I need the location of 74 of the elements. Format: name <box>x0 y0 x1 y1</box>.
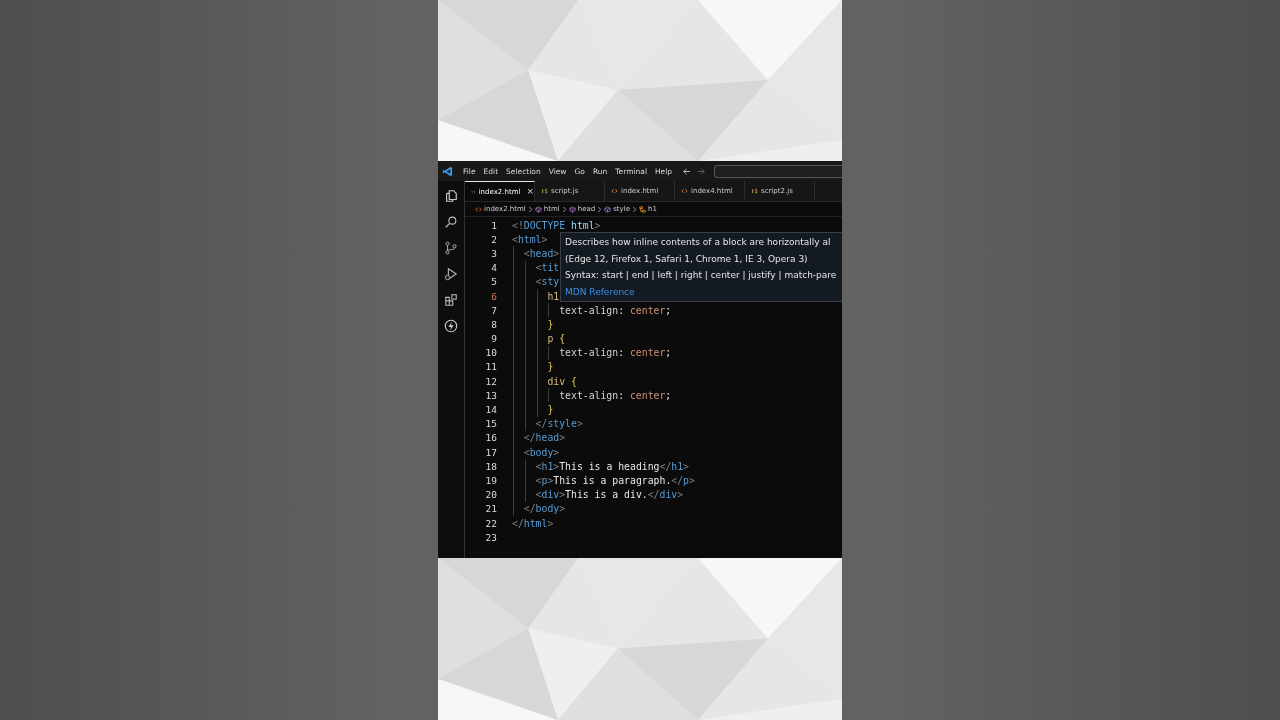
code-line: <tit <box>534 262 560 274</box>
code-line: <body> <box>522 446 560 458</box>
forward-arrow-icon[interactable] <box>697 166 707 176</box>
chevron-icon <box>527 205 533 213</box>
html-file-icon <box>681 188 688 194</box>
line-number: 4 <box>490 262 497 274</box>
code-line: </style> <box>534 418 583 430</box>
close-tab-button[interactable]: × <box>526 187 534 196</box>
line-number: 23 <box>484 531 497 543</box>
tooltip-text: Describes how inline contents of a block are horizontally al <box>565 237 832 248</box>
line-number: 22 <box>484 517 497 529</box>
cube-icon <box>568 205 576 213</box>
line-number: 7 <box>490 304 497 316</box>
js-file-icon <box>751 188 758 194</box>
back-arrow-icon[interactable] <box>682 166 692 176</box>
line-number: 15 <box>484 418 497 430</box>
lightning-icon[interactable] <box>444 319 458 333</box>
line-number: 21 <box>484 503 497 515</box>
line-number: 2 <box>490 233 497 245</box>
tooltip-text: (Edge 12, Firefox 1, Safari 1, Chrome 1, IE 3, Opera 3) <box>565 253 809 264</box>
line-number: 13 <box>484 389 497 401</box>
code-line: </body> <box>522 503 566 515</box>
run-debug-icon[interactable] <box>444 267 458 281</box>
code-line: } <box>546 318 554 330</box>
line-number: 14 <box>484 404 497 416</box>
line-number: 16 <box>484 432 497 444</box>
line-number: 8 <box>490 318 497 330</box>
code-line: </head> <box>522 432 566 444</box>
line-number: 12 <box>484 375 497 387</box>
code-line: <html> <box>512 233 548 245</box>
code-editor-logo-icon <box>442 165 453 177</box>
line-number: 17 <box>484 446 497 458</box>
chevron-icon <box>632 205 637 213</box>
extensions-icon[interactable] <box>444 293 458 307</box>
line-number: 1 <box>490 219 497 231</box>
code-line: text-align: center; <box>558 347 672 359</box>
html-file-icon <box>611 188 618 194</box>
search-icon[interactable] <box>444 215 458 229</box>
line-number: 5 <box>490 276 497 288</box>
reference-link[interactable]: MDN Reference <box>565 286 635 297</box>
code-line: } <box>546 404 554 416</box>
source-control-icon[interactable] <box>444 241 458 255</box>
html-file-icon <box>471 188 476 195</box>
code-line: <div>This is a div.</div> <box>534 489 684 501</box>
line-number: 11 <box>484 361 497 373</box>
code-line: text-align: center; <box>558 304 672 316</box>
code-line: <head> <box>522 247 560 259</box>
code-line: <!DOCTYPE html> <box>512 219 601 231</box>
code-line: h1 <box>546 290 560 302</box>
line-number: 6 <box>490 290 497 302</box>
hierarchy-icon <box>639 205 646 213</box>
line-number: 10 <box>484 347 497 359</box>
files-icon[interactable] <box>444 189 458 203</box>
line-number: 3 <box>490 247 497 259</box>
line-number: 18 <box>484 460 497 472</box>
cube-icon <box>604 205 612 213</box>
code-line: <sty <box>534 276 560 288</box>
code-line: <h1>This is a heading</h1> <box>534 460 689 472</box>
line-number: 9 <box>490 333 497 345</box>
code-line: </html> <box>512 517 554 529</box>
code-line: <p>This is a paragraph.</p> <box>534 474 695 486</box>
chevron-icon <box>597 205 603 213</box>
code-line: div { <box>546 375 577 387</box>
js-file-icon <box>541 188 548 194</box>
code-line: p { <box>546 333 566 345</box>
tooltip-text: Syntax: start | end | left | right | center | justify | match-pare <box>565 270 838 281</box>
line-number: 20 <box>484 489 497 501</box>
code-line: } <box>546 361 554 373</box>
line-number: 19 <box>484 474 497 486</box>
code-line: text-align: center; <box>558 389 672 401</box>
chevron-icon <box>561 205 567 213</box>
command-search-field[interactable] <box>714 164 842 178</box>
cube-icon <box>534 205 542 213</box>
html-file-icon <box>475 205 482 213</box>
